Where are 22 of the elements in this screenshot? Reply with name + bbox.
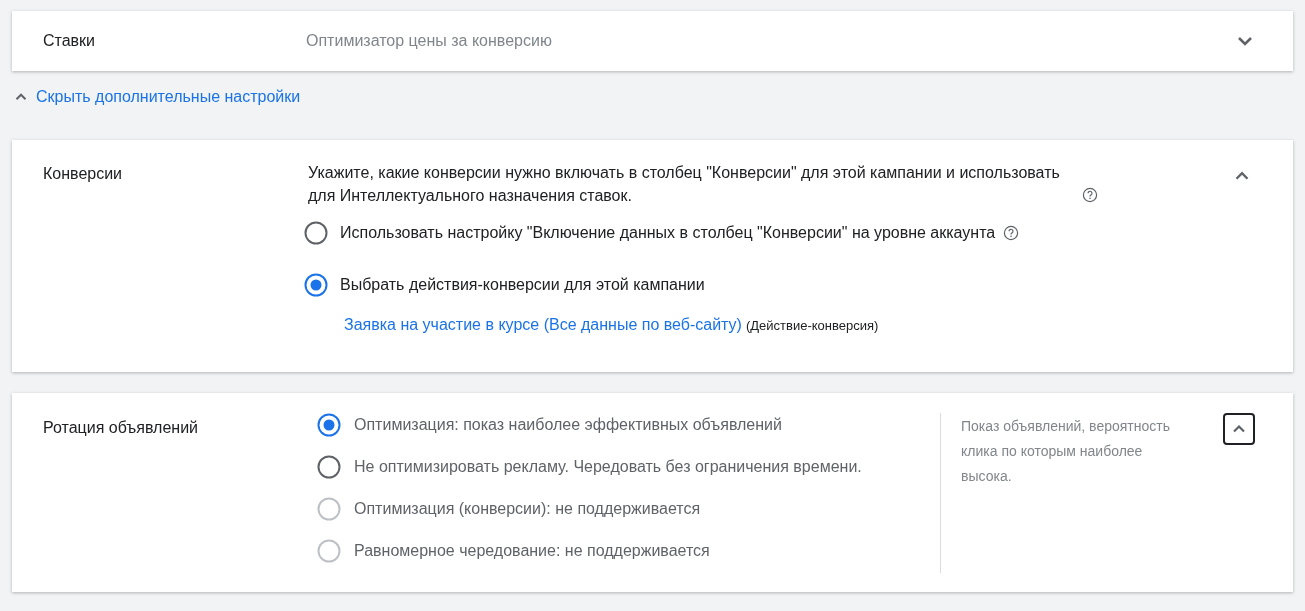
ad-rotation-hint: Показ объявлений, вероятность клика по которым наиболее высока. xyxy=(961,417,1171,486)
section-label: Ставки xyxy=(43,31,97,51)
conversions-description: Укажите, какие конверсии нужно включать в столбец "Конверсии" для этой кампании и использовать для Интеллектуального назначения ставок. xyxy=(308,163,1061,206)
radio-button[interactable] xyxy=(304,221,328,245)
radio-label: Не оптимизировать рекламу. Чередовать без ограничения времени. xyxy=(354,457,862,477)
radio-button[interactable] xyxy=(304,273,328,297)
radio-label: Использовать настройку "Включение данных в столбец "Конверсии" на уровне аккаунта xyxy=(340,223,996,243)
hide-settings-link[interactable]: Скрыть дополнительные настройки xyxy=(12,84,301,109)
radio-label: Оптимизация (конверсии): не поддерживается xyxy=(354,499,701,519)
bid-strategy-value: Оптимизатор цены за конверсию xyxy=(306,31,553,51)
section-label: Ротация объявлений xyxy=(43,418,200,438)
help-icon[interactable] xyxy=(1082,187,1098,203)
radio-button[interactable] xyxy=(317,413,341,437)
conversion-action-type: (Действие-конверсия) xyxy=(745,317,879,335)
help-icon[interactable] xyxy=(1003,225,1020,241)
radio-label: Оптимизация: показ наиболее эффективных объявлений xyxy=(354,415,782,435)
conversion-action-link[interactable]: Заявка на участие в курсе (Все данные по веб-сайту) xyxy=(344,313,742,337)
collapse-button[interactable] xyxy=(1223,413,1255,445)
radio-button[interactable] xyxy=(317,455,341,479)
section-label: Конверсии xyxy=(43,164,124,184)
radio-label: Выбрать действия-конверсии для этой кампании xyxy=(340,275,705,295)
radio-label: Равномерное чередование: не поддерживается xyxy=(354,541,710,561)
